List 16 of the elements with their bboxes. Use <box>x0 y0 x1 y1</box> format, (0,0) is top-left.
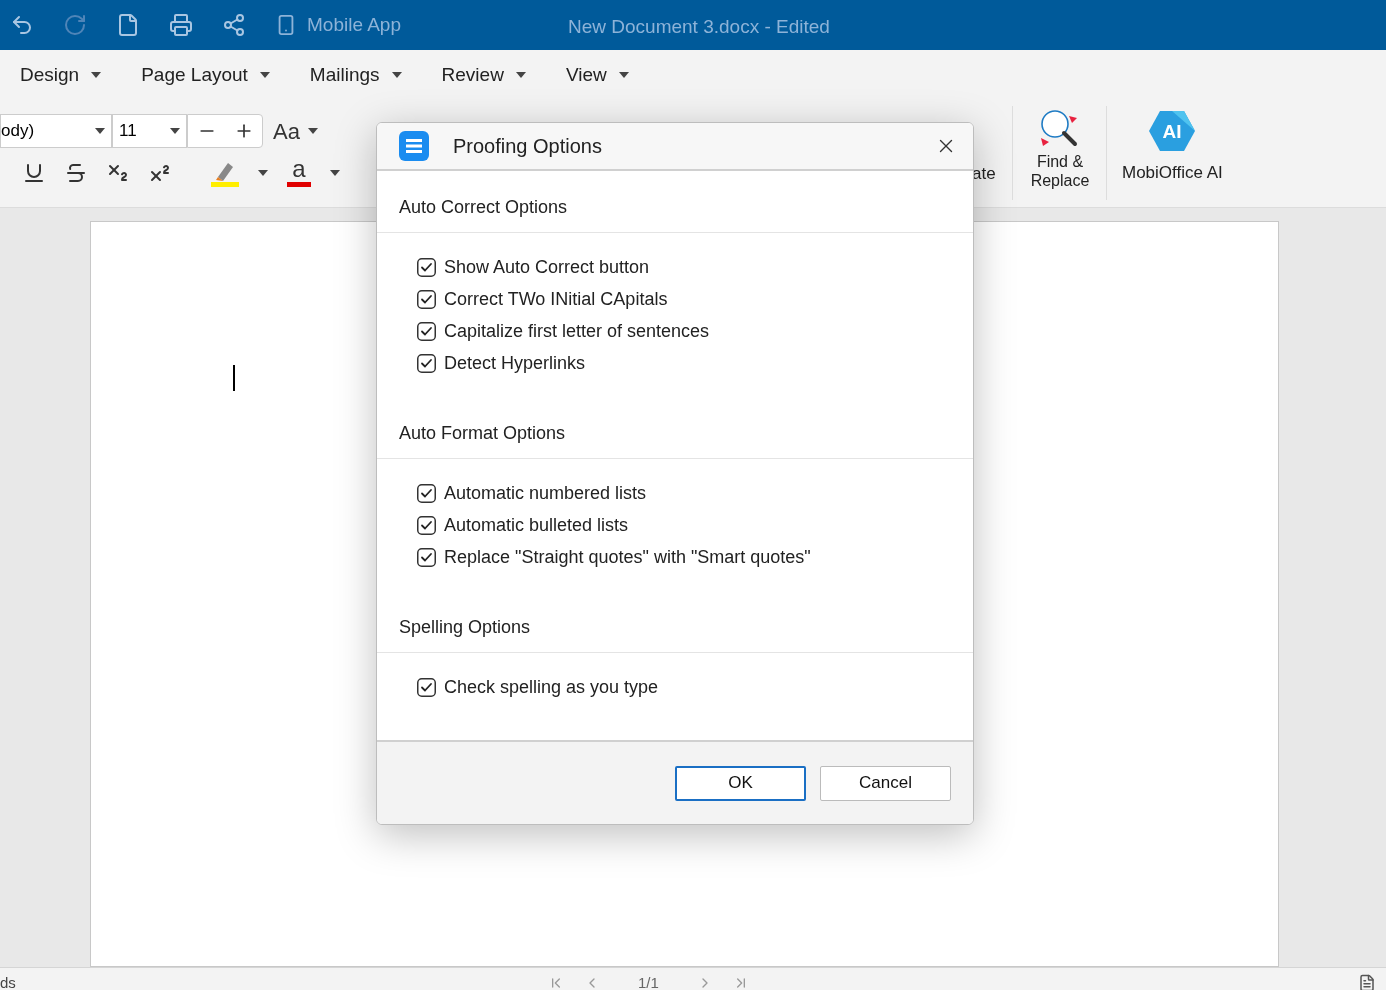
option-label: Automatic bulleted lists <box>444 513 629 537</box>
word-count-label: ds <box>0 974 16 990</box>
window-title: New Document 3.docx - Edited <box>568 15 830 39</box>
option-label: Check spelling as you type <box>444 675 659 699</box>
section-heading: Auto Format Options <box>399 423 566 443</box>
section-heading: Auto Correct Options <box>399 197 568 217</box>
dialog-title: Proofing Options <box>453 134 603 159</box>
option-label: Show Auto Correct button <box>444 255 650 279</box>
page-indicator: 1/1 <box>637 974 660 990</box>
option-label: Automatic numbered lists <box>444 481 647 505</box>
section-heading: Spelling Options <box>399 617 531 637</box>
ai-logo-icon: AI <box>1148 110 1197 152</box>
option-label: Detect Hyperlinks <box>444 351 586 375</box>
option-label: Replace "Straight quotes" with "Smart quotes" <box>444 545 811 569</box>
option-label: Correct TWo INitial CApitals <box>444 287 668 311</box>
option-label: Capitalize first letter of sentences <box>444 319 710 343</box>
